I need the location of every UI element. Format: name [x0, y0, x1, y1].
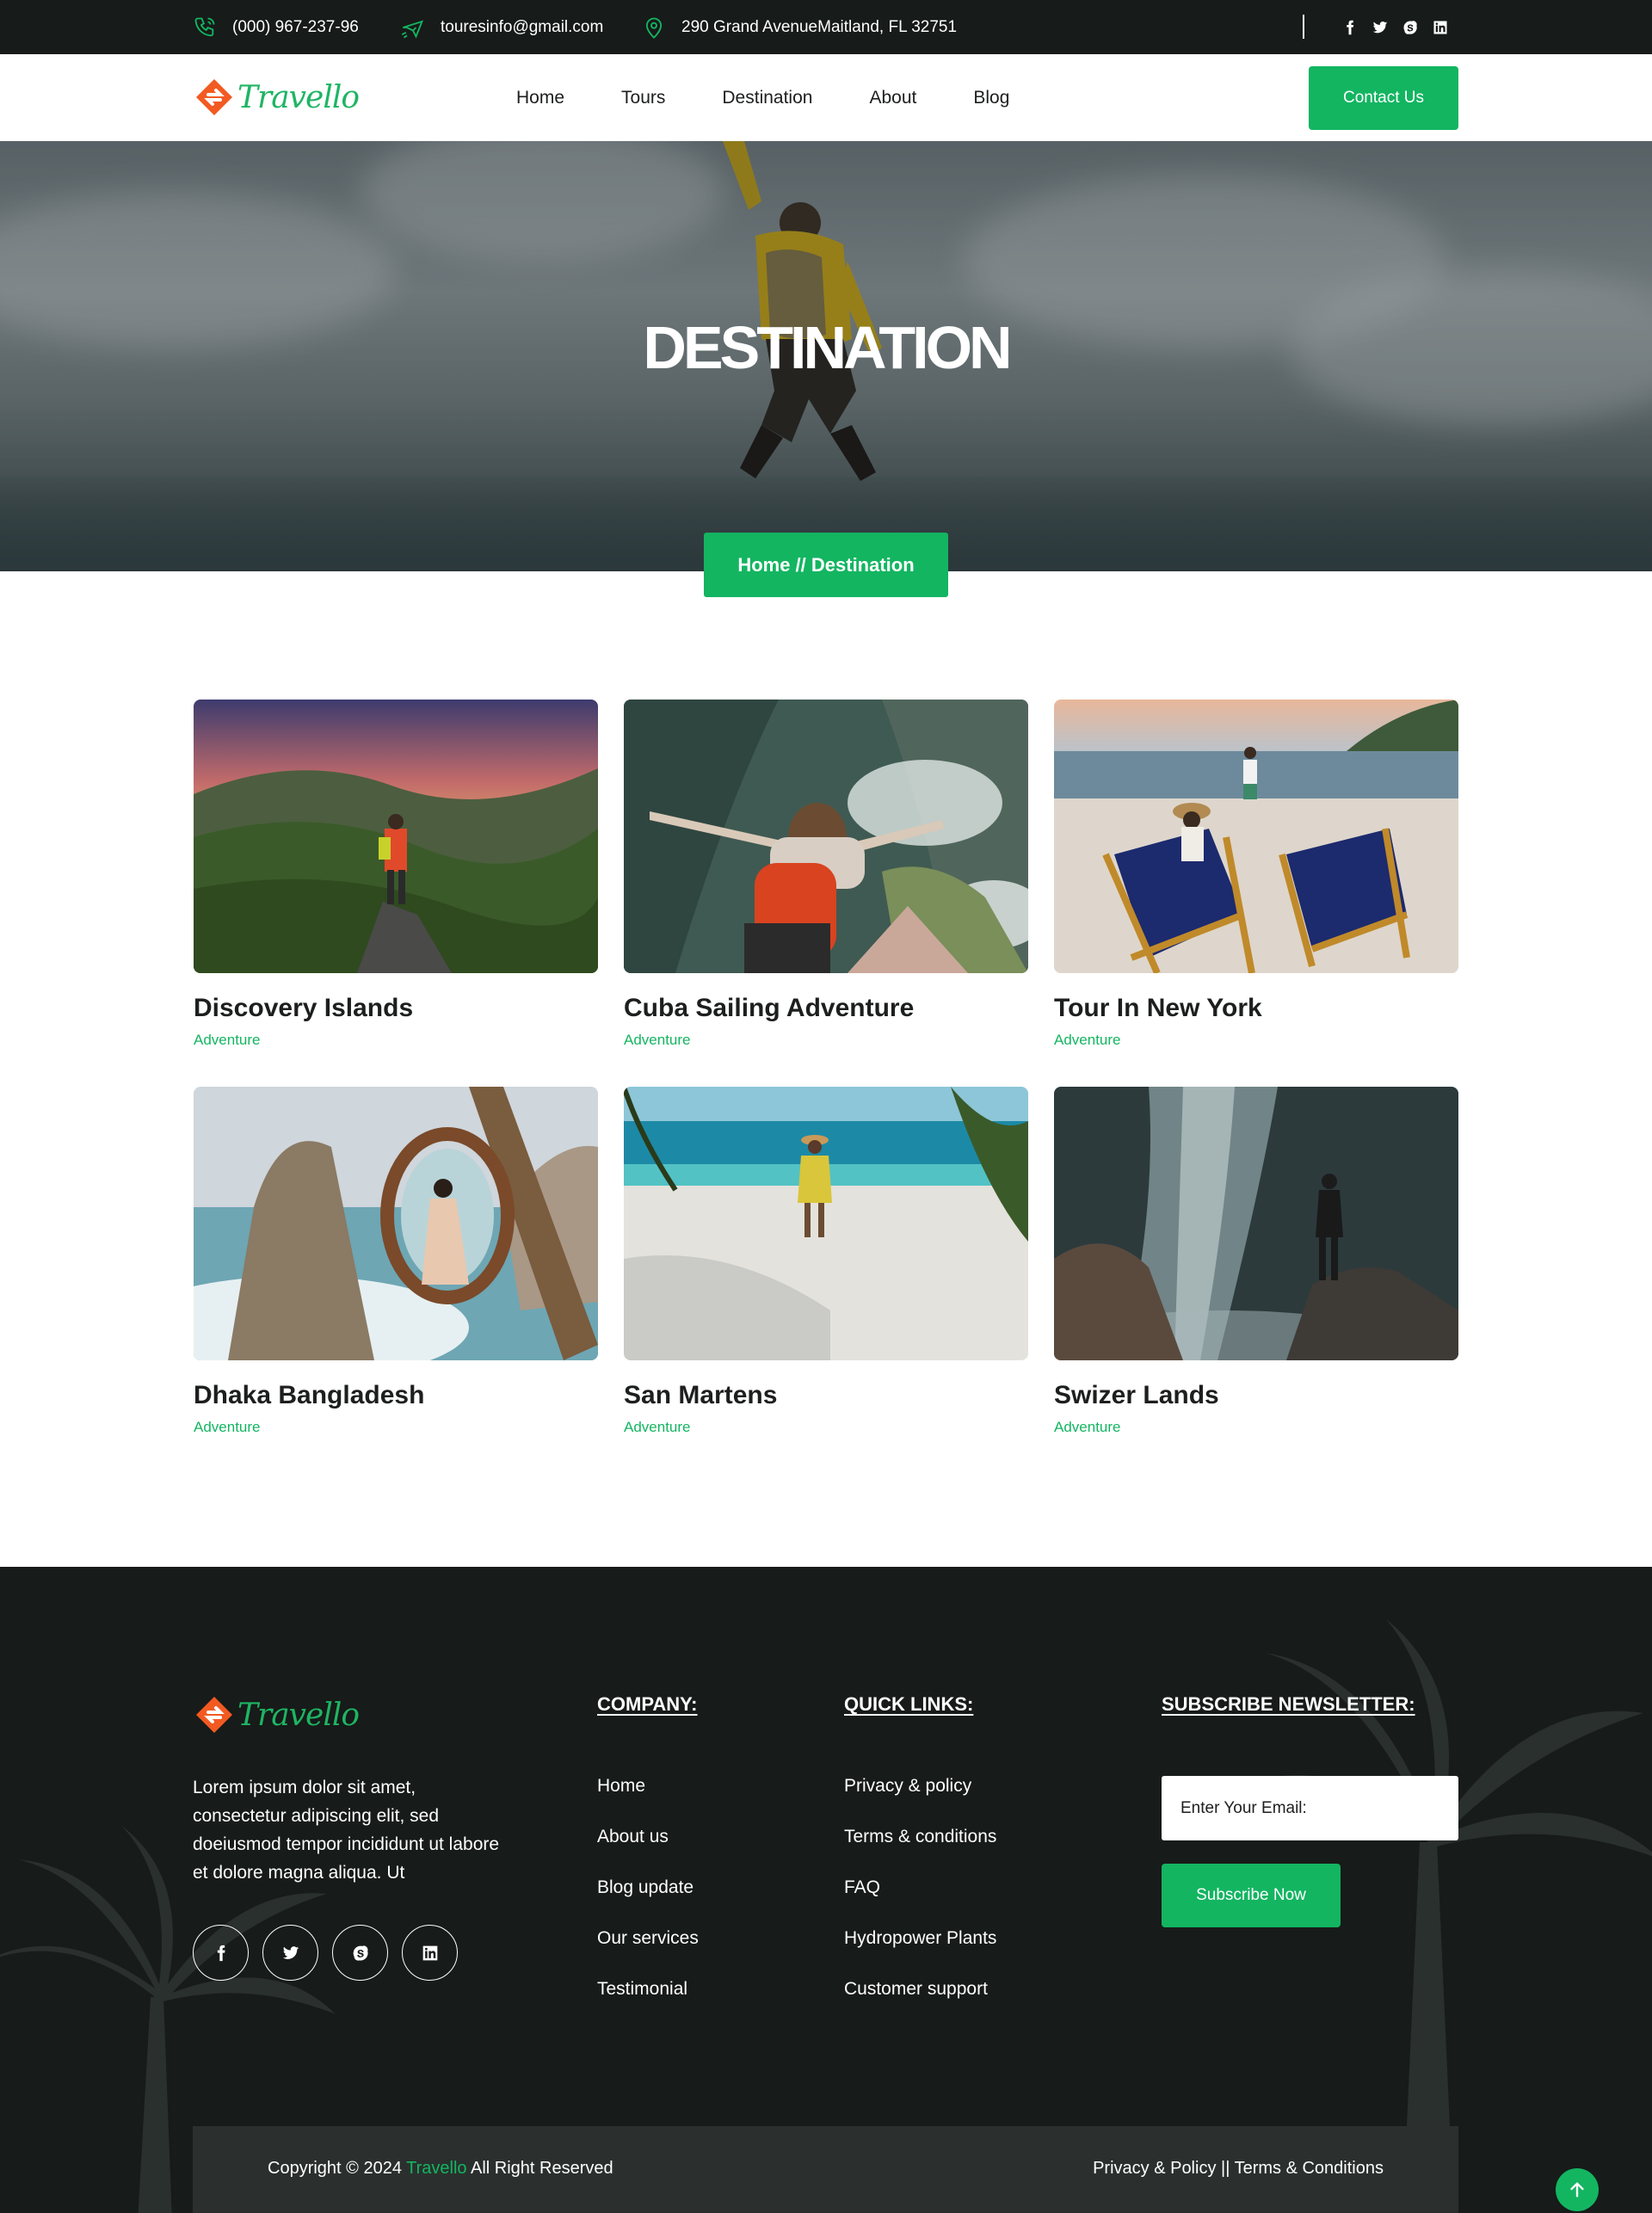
destination-title[interactable]: Tour In New York: [1054, 994, 1458, 1023]
destination-card[interactable]: Discovery Islands Adventure: [194, 700, 598, 1049]
company-links: Home About us Blog update Our services T…: [597, 1776, 699, 2030]
logo-wordmark: Travello: [237, 79, 360, 115]
destination-title[interactable]: Cuba Sailing Adventure: [624, 994, 1028, 1023]
destination-tag: Adventure: [624, 1032, 691, 1048]
copyright-text: Copyright © 2024 Travello All Right Rese…: [268, 2159, 613, 2179]
skype-icon[interactable]: [332, 1925, 388, 1981]
newsletter-heading: SUBSCRIBE NEWSLETTER:: [1162, 1693, 1415, 1715]
footer-legal-links[interactable]: Privacy & Policy || Terms & Conditions: [1093, 2159, 1384, 2179]
destination-tag: Adventure: [624, 1419, 691, 1435]
breadcrumb[interactable]: Home // Destination: [704, 533, 948, 597]
destination-image[interactable]: [1054, 700, 1458, 973]
footer-link-privacy-policy[interactable]: Privacy & policy: [844, 1776, 996, 1827]
main-navigation: Travello Home Tours Destination About Bl…: [0, 54, 1652, 141]
quick-links: Privacy & policy Terms & conditions FAQ …: [844, 1776, 996, 2030]
plane-icon: [401, 20, 424, 39]
destination-card[interactable]: San Martens Adventure: [624, 1087, 1028, 1436]
contact-us-button[interactable]: Contact Us: [1309, 66, 1458, 130]
logo-mark-icon: [196, 1697, 232, 1733]
logo-mark-icon: [196, 79, 232, 115]
linkedin-icon[interactable]: [402, 1925, 458, 1981]
facebook-icon[interactable]: [193, 1925, 249, 1981]
footer-link-about-us[interactable]: About us: [597, 1827, 699, 1877]
site-footer: Travello Lorem ipsum dolor sit amet, con…: [0, 1567, 1652, 2213]
linkedin-icon[interactable]: [1431, 18, 1450, 37]
destination-tag: Adventure: [194, 1419, 261, 1435]
address-contact: 290 Grand AvenueMaitland, FL 32751: [642, 0, 957, 54]
phone-contact[interactable]: (000) 967-237-96: [193, 0, 359, 54]
destination-card[interactable]: Dhaka Bangladesh Adventure: [194, 1087, 598, 1436]
destination-card[interactable]: Tour In New York Adventure: [1054, 700, 1458, 1049]
location-pin-icon: [645, 17, 663, 39]
site-logo[interactable]: Travello: [193, 76, 360, 119]
destination-title[interactable]: Swizer Lands: [1054, 1381, 1458, 1410]
footer-link-blog-update[interactable]: Blog update: [597, 1877, 699, 1928]
copyright-prefix: Copyright © 2024: [268, 2159, 402, 2178]
footer-about-text: Lorem ipsum dolor sit amet, consectetur …: [193, 1778, 500, 1883]
nav-item-tours[interactable]: Tours: [621, 88, 665, 108]
top-bar: (000) 967-237-96 touresinfo@gmail.com 29…: [0, 0, 1652, 54]
nav-item-blog[interactable]: Blog: [973, 88, 1009, 108]
footer-link-home[interactable]: Home: [597, 1776, 699, 1827]
destination-title[interactable]: Discovery Islands: [194, 994, 598, 1023]
footer-link-customer-support[interactable]: Customer support: [844, 1979, 996, 2030]
footer-link-terms-conditions[interactable]: Terms & conditions: [844, 1827, 996, 1877]
hero-banner: DESTINATION: [0, 141, 1652, 571]
footer-socials: [193, 1925, 458, 1981]
destination-image[interactable]: [624, 700, 1028, 973]
copyright-brand-link[interactable]: Travello: [406, 2159, 466, 2178]
footer-link-our-services[interactable]: Our services: [597, 1928, 699, 1979]
address-text: 290 Grand AvenueMaitland, FL 32751: [681, 17, 958, 36]
nav-item-home[interactable]: Home: [516, 88, 564, 108]
twitter-icon[interactable]: [1371, 18, 1390, 37]
topbar-socials: [1341, 0, 1450, 54]
footer-logo[interactable]: Travello: [193, 1693, 360, 1736]
destination-card[interactable]: Cuba Sailing Adventure Adventure: [624, 700, 1028, 1049]
footer-link-faq[interactable]: FAQ: [844, 1877, 996, 1928]
destination-image[interactable]: [194, 700, 598, 973]
destination-image[interactable]: [624, 1087, 1028, 1360]
phone-number: (000) 967-237-96: [232, 17, 359, 36]
footer-link-hydropower-plants[interactable]: Hydropower Plants: [844, 1928, 996, 1979]
twitter-icon[interactable]: [262, 1925, 318, 1981]
newsletter-email-input[interactable]: [1162, 1776, 1458, 1840]
email-contact[interactable]: touresinfo@gmail.com: [401, 0, 603, 54]
footer-bottom-bar: Copyright © 2024 Travello All Right Rese…: [193, 2126, 1458, 2213]
destination-tag: Adventure: [1054, 1419, 1121, 1435]
footer-link-testimonial[interactable]: Testimonial: [597, 1979, 699, 2030]
scroll-to-top-button[interactable]: [1556, 2168, 1599, 2211]
skype-icon[interactable]: [1401, 18, 1420, 37]
logo-wordmark: Travello: [237, 1697, 360, 1733]
arrow-up-icon: [1570, 2182, 1584, 2198]
nav-menu: Home Tours Destination About Blog: [516, 54, 1066, 141]
destination-title[interactable]: Dhaka Bangladesh: [194, 1381, 598, 1410]
destination-card[interactable]: Swizer Lands Adventure: [1054, 1087, 1458, 1436]
company-heading: COMPANY:: [597, 1693, 698, 1715]
nav-item-destination[interactable]: Destination: [722, 88, 812, 108]
topbar-divider: [1303, 15, 1304, 39]
destination-title[interactable]: San Martens: [624, 1381, 1028, 1410]
quick-links-heading: QUICK LINKS:: [844, 1693, 974, 1715]
subscribe-button[interactable]: Subscribe Now: [1162, 1864, 1341, 1927]
email-address: touresinfo@gmail.com: [441, 17, 604, 36]
nav-item-about[interactable]: About: [869, 88, 916, 108]
destination-tag: Adventure: [1054, 1032, 1121, 1048]
destination-image[interactable]: [194, 1087, 598, 1360]
facebook-icon[interactable]: [1341, 18, 1359, 37]
phone-icon: [194, 17, 215, 36]
page-title: DESTINATION: [643, 314, 1012, 381]
copyright-suffix: All Right Reserved: [470, 2159, 613, 2178]
destination-image[interactable]: [1054, 1087, 1458, 1360]
destination-tag: Adventure: [194, 1032, 261, 1048]
